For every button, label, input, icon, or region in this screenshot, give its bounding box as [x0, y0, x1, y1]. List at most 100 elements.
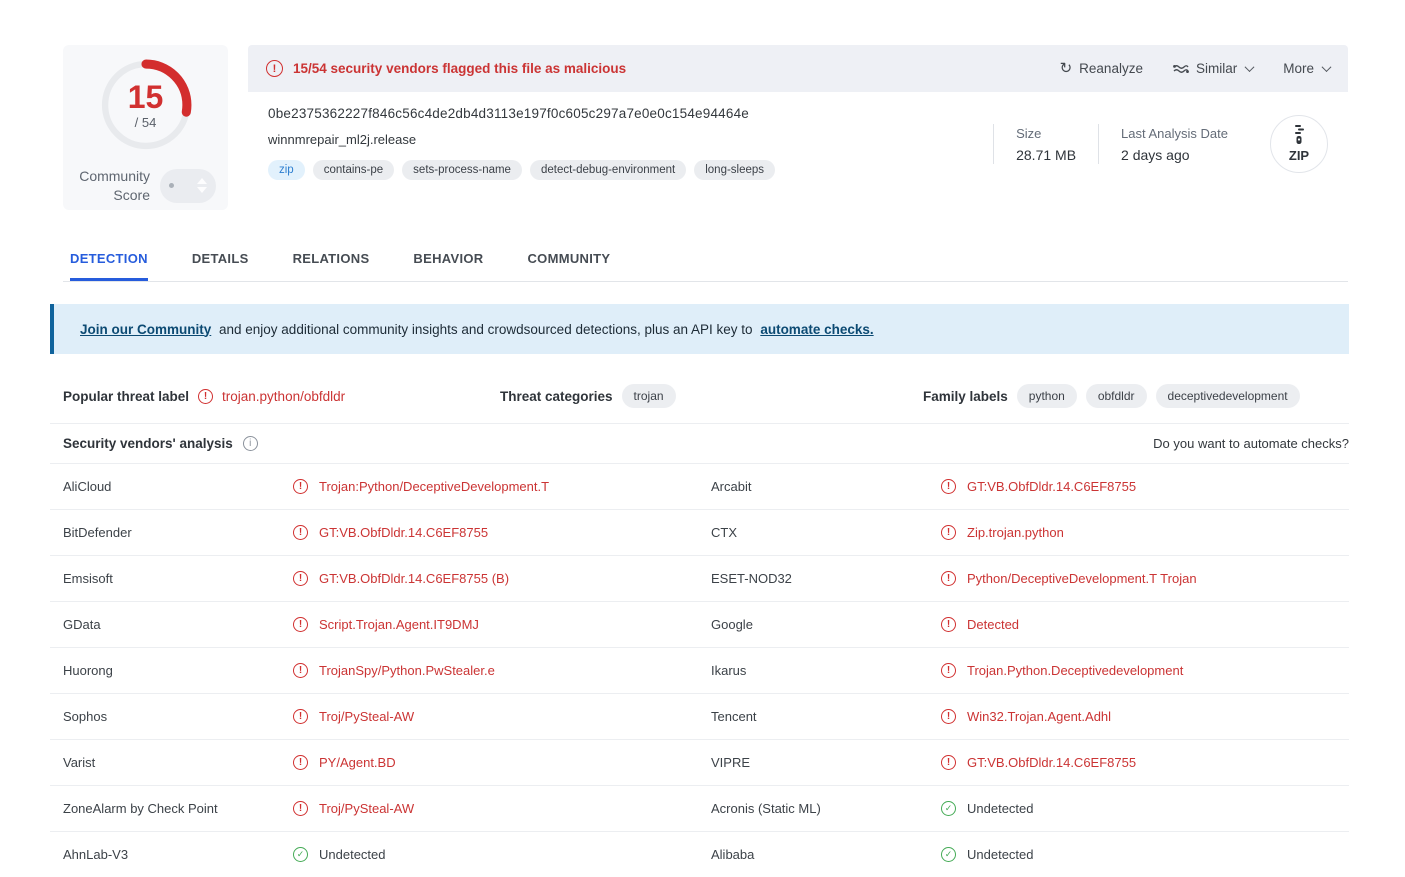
result-label[interactable]: Undetected	[319, 847, 386, 862]
similar-button[interactable]: Similar	[1173, 61, 1253, 76]
tab-details[interactable]: DETAILS	[192, 241, 249, 281]
file-size: Size 28.71 MB	[994, 126, 1098, 163]
vendor-name: Varist	[63, 755, 293, 770]
last-analysis-value: 2 days ago	[1121, 147, 1228, 163]
detection-result: ! ✓ GT:VB.ObfDldr.14.C6EF8755	[941, 479, 1349, 494]
tag-long-sleeps[interactable]: long-sleeps	[694, 160, 775, 180]
vendor-name: ESET-NOD32	[711, 571, 941, 586]
result-label[interactable]: GT:VB.ObfDldr.14.C6EF8755	[967, 755, 1136, 770]
table-row: Emsisoft ! ✓ GT:VB.ObfDldr.14.C6EF8755 (…	[50, 556, 1349, 602]
result-label[interactable]: Zip.trojan.python	[967, 525, 1064, 540]
result-label[interactable]: Detected	[967, 617, 1019, 632]
last-analysis-label: Last Analysis Date	[1121, 126, 1228, 141]
detection-result: ! ✓ Undetected	[293, 847, 711, 862]
detection-result: ! ✓ Zip.trojan.python	[941, 525, 1349, 540]
alert-icon: !	[293, 755, 308, 770]
result-label[interactable]: GT:VB.ObfDldr.14.C6EF8755 (B)	[319, 571, 509, 586]
similar-label: Similar	[1196, 61, 1237, 76]
family-pill-python[interactable]: python	[1017, 384, 1077, 408]
check-icon: ✓	[941, 847, 956, 862]
tag-contains-pe[interactable]: contains-pe	[313, 160, 394, 180]
tab-community[interactable]: COMMUNITY	[527, 241, 610, 281]
tab-behavior[interactable]: BEHAVIOR	[413, 241, 483, 281]
threat-category-pill[interactable]: trojan	[622, 384, 676, 408]
vendor-name: Ikarus	[711, 663, 941, 678]
vendor-name: Google	[711, 617, 941, 632]
file-identity: 0be2375362227f846c56c4de2db4d3113e197f0c…	[268, 106, 993, 180]
alert-icon: !	[293, 479, 308, 494]
community-vote-widget[interactable]	[160, 169, 216, 203]
vendor-name: Tencent	[711, 709, 941, 724]
warning-icon: !	[266, 60, 283, 77]
result-label[interactable]: Troj/PySteal-AW	[319, 709, 414, 724]
family-labels-group: Family labels python obfdldr deceptivede…	[923, 384, 1349, 408]
vendors-analysis-header: Security vendors' analysis i Do you want…	[50, 424, 1349, 464]
score-bottom-row: CommunityScore	[75, 167, 216, 205]
detection-result: ! ✓ Detected	[941, 617, 1349, 632]
detection-result: ! ✓ GT:VB.ObfDldr.14.C6EF8755	[941, 755, 1349, 770]
result-label[interactable]: Troj/PySteal-AW	[319, 801, 414, 816]
vendor-name: Acronis (Static ML)	[711, 801, 941, 816]
info-icon[interactable]: i	[243, 436, 258, 451]
detection-result: ! ✓ TrojanSpy/Python.PwStealer.e	[293, 663, 711, 678]
report-tabs: DETECTION DETAILS RELATIONS BEHAVIOR COM…	[63, 241, 1348, 282]
family-pill-obfdldr[interactable]: obfdldr	[1086, 384, 1147, 408]
vote-down-icon[interactable]	[197, 187, 207, 193]
vendor-name: Emsisoft	[63, 571, 293, 586]
table-row: BitDefender ! ✓ GT:VB.ObfDldr.14.C6EF875…	[50, 510, 1349, 556]
table-row: AhnLab-V3 ! ✓ Undetected Alibaba ! ✓ Und…	[50, 832, 1349, 877]
automate-checks-question-link[interactable]: Do you want to automate checks?	[1153, 436, 1349, 451]
more-button[interactable]: More	[1283, 61, 1330, 76]
result-label[interactable]: Trojan:Python/DeceptiveDevelopment.T	[319, 479, 549, 494]
file-hash[interactable]: 0be2375362227f846c56c4de2db4d3113e197f0c…	[268, 106, 993, 121]
zipper-icon	[1292, 125, 1306, 147]
detection-result: ! ✓ Trojan.Python.Deceptivedevelopment	[941, 663, 1349, 678]
alert-icon: !	[941, 755, 956, 770]
family-labels-label: Family labels	[923, 389, 1008, 404]
result-label[interactable]: GT:VB.ObfDldr.14.C6EF8755	[319, 525, 488, 540]
table-row: GData ! ✓ Script.Trojan.Agent.IT9DMJ Goo…	[50, 602, 1349, 648]
result-label[interactable]: Trojan.Python.Deceptivedevelopment	[967, 663, 1183, 678]
detection-result: ! ✓ Troj/PySteal-AW	[293, 801, 711, 816]
automate-checks-link[interactable]: automate checks.	[760, 322, 873, 337]
result-label[interactable]: TrojanSpy/Python.PwStealer.e	[319, 663, 495, 678]
family-pill-deceptivedevelopment[interactable]: deceptivedevelopment	[1156, 384, 1300, 408]
table-row: Varist ! ✓ PY/Agent.BD VIPRE ! ✓ GT:VB.O…	[50, 740, 1349, 786]
result-label[interactable]: Python/DeceptiveDevelopment.T Trojan	[967, 571, 1197, 586]
detection-result: ! ✓ GT:VB.ObfDldr.14.C6EF8755 (B)	[293, 571, 711, 586]
result-label[interactable]: PY/Agent.BD	[319, 755, 396, 770]
score-total: / 54	[135, 115, 157, 130]
vendors-analysis-title: Security vendors' analysis	[63, 436, 233, 451]
similar-icon	[1173, 63, 1189, 75]
vote-up-icon[interactable]	[197, 178, 207, 184]
more-label: More	[1283, 61, 1314, 76]
alert-icon: !	[941, 709, 956, 724]
file-summary-card: ! 15/54 security vendors flagged this fi…	[248, 45, 1348, 210]
result-label[interactable]: Undetected	[967, 847, 1034, 862]
tag-zip[interactable]: zip	[268, 160, 305, 180]
file-meta: Size 28.71 MB Last Analysis Date 2 days …	[993, 108, 1328, 180]
reanalyze-button[interactable]: ↻ Reanalyze	[1060, 61, 1143, 76]
report-header: 15 / 54 CommunityScore ! 15/	[63, 45, 1348, 210]
result-label[interactable]: Win32.Trojan.Agent.Adhl	[967, 709, 1111, 724]
join-community-link[interactable]: Join our Community	[80, 322, 211, 337]
popular-threat-value[interactable]: trojan.python/obfdldr	[222, 389, 345, 404]
tag-detect-debug-environment[interactable]: detect-debug-environment	[530, 160, 686, 180]
vote-arrows[interactable]	[197, 178, 207, 193]
alert-message: 15/54 security vendors flagged this file…	[293, 61, 626, 76]
detection-result: ! ✓ PY/Agent.BD	[293, 755, 711, 770]
result-label[interactable]: GT:VB.ObfDldr.14.C6EF8755	[967, 479, 1136, 494]
vendor-name: Alibaba	[711, 847, 941, 862]
detection-result: ! ✓ Undetected	[941, 801, 1349, 816]
banner-text: and enjoy additional community insights …	[215, 322, 756, 337]
result-label[interactable]: Script.Trojan.Agent.IT9DMJ	[319, 617, 479, 632]
filetype-label: ZIP	[1289, 148, 1309, 163]
result-label[interactable]: Undetected	[967, 801, 1034, 816]
tab-detection[interactable]: DETECTION	[70, 241, 148, 281]
popular-threat-label: Popular threat label	[63, 389, 189, 404]
tag-sets-process-name[interactable]: sets-process-name	[402, 160, 522, 180]
tab-relations[interactable]: RELATIONS	[293, 241, 370, 281]
vendor-name: Arcabit	[711, 479, 941, 494]
vendor-name: BitDefender	[63, 525, 293, 540]
vendor-name: CTX	[711, 525, 941, 540]
